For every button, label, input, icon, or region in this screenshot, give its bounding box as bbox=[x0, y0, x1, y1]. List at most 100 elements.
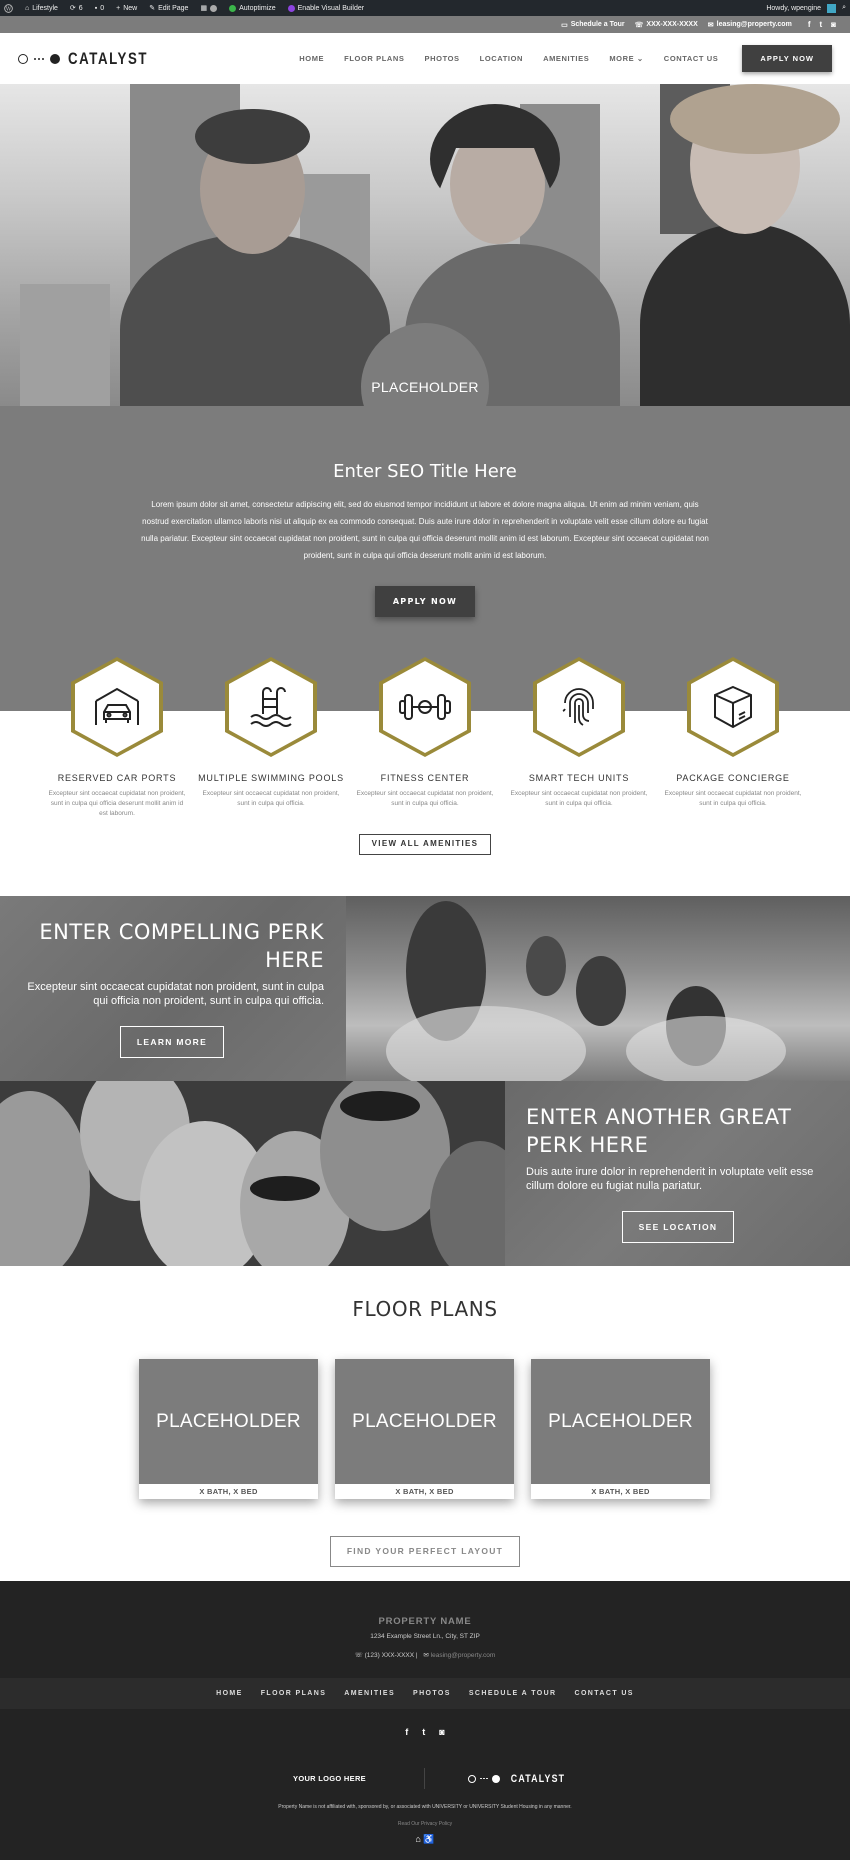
see-location-button[interactable]: SEE LOCATION bbox=[621, 1211, 735, 1243]
autoptimize-status-icon bbox=[229, 4, 237, 12]
amenity-title: SMART TECH UNITS bbox=[528, 773, 630, 783]
calendar-icon: ▭ bbox=[561, 21, 568, 29]
floor-plan-card[interactable]: PLACEHOLDER X BATH, X BED bbox=[335, 1359, 514, 1499]
divi-icon bbox=[287, 4, 295, 12]
twitter-icon[interactable]: t bbox=[422, 1727, 425, 1737]
find-layout-button[interactable]: FIND YOUR PERFECT LAYOUT bbox=[330, 1536, 520, 1567]
avatar[interactable] bbox=[827, 3, 837, 13]
seo-title: Enter SEO Title Here bbox=[333, 461, 517, 482]
instagram-icon[interactable]: ◙ bbox=[831, 20, 836, 29]
admin-greeting[interactable]: Howdy, wpengine bbox=[766, 5, 821, 12]
nav-contact-us[interactable]: CONTACT US bbox=[664, 54, 719, 63]
phone-icon: ☏ bbox=[634, 21, 644, 29]
updates-icon: ⟳ bbox=[69, 5, 76, 12]
logo-dot-icon bbox=[50, 53, 60, 64]
fingerprint-icon bbox=[562, 688, 594, 726]
phone-icon: ☏ bbox=[354, 1652, 363, 1659]
site-footer: PROPERTY NAME 1234 Example Street Ln., C… bbox=[0, 1581, 850, 1860]
footer-nav-floor-plans[interactable]: FLOOR PLANS bbox=[261, 1690, 327, 1697]
facebook-icon[interactable]: f bbox=[808, 20, 811, 29]
footer-contact: ☏ (123) XXX-XXXX | ✉ leasing@property.co… bbox=[0, 1651, 850, 1659]
pool-ladder-icon bbox=[250, 687, 292, 727]
amenity-title: MULTIPLE SWIMMING POOLS bbox=[198, 773, 344, 783]
floor-plan-image: PLACEHOLDER bbox=[335, 1359, 514, 1484]
floor-plan-caption: X BATH, X BED bbox=[199, 1487, 258, 1496]
admin-site-name[interactable]: ⌂ Lifestyle bbox=[25, 5, 58, 12]
schedule-tour-link[interactable]: ▭ Schedule a Tour bbox=[561, 21, 625, 29]
twitter-icon[interactable]: t bbox=[819, 20, 822, 29]
amenity-text: Excepteur sint occaecat cupidatat non pr… bbox=[510, 790, 648, 807]
amenity-fitness-center: FITNESS CENTER Excepteur sint occaecat c… bbox=[350, 657, 500, 809]
footer-nav-contact-us[interactable]: CONTACT US bbox=[575, 1690, 634, 1697]
your-logo-placeholder: YOUR LOGO HERE bbox=[235, 1768, 425, 1789]
privacy-policy-link[interactable]: Read Our Privacy Policy bbox=[0, 1821, 850, 1827]
footer-nav-home[interactable]: HOME bbox=[216, 1690, 243, 1697]
equal-housing-icon: ⌂ bbox=[415, 1834, 421, 1844]
wheelchair-icon: ♿ bbox=[423, 1834, 435, 1844]
admin-updates[interactable]: ⟳ 6 bbox=[69, 4, 83, 13]
floor-plan-card[interactable]: PLACEHOLDER X BATH, X BED bbox=[531, 1359, 710, 1499]
package-box-icon bbox=[714, 685, 752, 729]
floor-plan-caption: X BATH, X BED bbox=[395, 1487, 454, 1496]
pool-party-photo bbox=[346, 896, 850, 1081]
view-all-amenities-button[interactable]: VIEW ALL AMENITIES bbox=[359, 834, 491, 855]
seo-body: Lorem ipsum dolor sit amet, consectetur … bbox=[141, 500, 709, 560]
learn-more-button[interactable]: LEARN MORE bbox=[119, 1026, 225, 1058]
amenity-text: Excepteur sint occaecat cupidatat non pr… bbox=[202, 790, 340, 807]
perk-one-text: Excepteur sint occaecat cupidatat non pr… bbox=[27, 981, 324, 1007]
floor-plan-caption: X BATH, X BED bbox=[591, 1487, 650, 1496]
admin-edit-page[interactable]: ✎ Edit Page bbox=[149, 4, 188, 13]
logo-dot-icon bbox=[492, 1774, 501, 1783]
nav-amenities[interactable]: AMENITIES bbox=[543, 54, 589, 63]
footer-catalyst-logo[interactable]: CATALYST bbox=[425, 1770, 615, 1788]
amenity-smart-tech: SMART TECH UNITS Excepteur sint occaecat… bbox=[504, 657, 654, 809]
perk-two-text: Duis aute irure dolor in reprehenderit i… bbox=[526, 1166, 814, 1192]
nav-more-dropdown[interactable]: MORE bbox=[609, 54, 643, 63]
floor-plan-card[interactable]: PLACEHOLDER X BATH, X BED bbox=[139, 1359, 318, 1499]
amenity-title: FITNESS CENTER bbox=[380, 773, 470, 783]
wp-admin-bar: W ⌂ Lifestyle ⟳ 6 ▪ 0 + New ✎ Edit Page … bbox=[0, 0, 850, 16]
utility-bar: ▭ Schedule a Tour ☏ XXX-XXX-XXXX ✉ leasi… bbox=[0, 16, 850, 33]
accessibility-icons: ⌂ ♿ bbox=[0, 1834, 850, 1845]
admin-comments[interactable]: ▪ 0 bbox=[95, 5, 104, 12]
seo-apply-button[interactable]: APPLY NOW bbox=[374, 586, 476, 617]
svg-text:W: W bbox=[6, 6, 12, 12]
footer-nav: HOME FLOOR PLANS AMENITIES PHOTOS SCHEDU… bbox=[0, 1678, 850, 1709]
footer-phone[interactable]: (123) XXX-XXXX bbox=[365, 1652, 415, 1659]
wordpress-logo-icon[interactable]: W bbox=[4, 3, 13, 13]
amenity-package-concierge: PACKAGE CONCIERGE Excepteur sint occaeca… bbox=[658, 657, 808, 809]
footer-email[interactable]: leasing@property.com bbox=[431, 1652, 496, 1659]
site-logo[interactable]: CATALYST bbox=[18, 49, 171, 69]
facebook-icon[interactable]: f bbox=[405, 1727, 408, 1737]
instagram-icon[interactable]: ◙ bbox=[439, 1727, 444, 1737]
admin-plugin-tools[interactable]: ▦ bbox=[200, 4, 218, 12]
dumbbell-icon bbox=[399, 694, 451, 720]
floor-plan-image: PLACEHOLDER bbox=[531, 1359, 710, 1484]
perk-two-title: ENTER ANOTHER GREAT PERK HERE bbox=[526, 1105, 792, 1157]
admin-visual-builder[interactable]: Enable Visual Builder bbox=[287, 4, 364, 12]
logo-ring-icon bbox=[18, 53, 28, 64]
hero-photo: PLACEHOLDER bbox=[0, 84, 850, 406]
email-link[interactable]: ✉ leasing@property.com bbox=[708, 21, 792, 29]
amenity-title: PACKAGE CONCIERGE bbox=[676, 773, 790, 783]
nav-floor-plans[interactable]: FLOOR PLANS bbox=[344, 54, 404, 63]
site-header: CATALYST HOME FLOOR PLANS PHOTOS LOCATIO… bbox=[0, 33, 850, 84]
footer-disclaimer: Property Name is not affiliated with, sp… bbox=[278, 1804, 572, 1810]
header-apply-button[interactable]: APPLY NOW bbox=[742, 45, 832, 72]
plugin-icon: ▦ bbox=[200, 5, 208, 12]
search-icon[interactable]: ⌕ bbox=[842, 4, 846, 12]
nav-photos[interactable]: PHOTOS bbox=[425, 54, 460, 63]
admin-autoptimize[interactable]: Autoptimize bbox=[229, 4, 276, 12]
footer-nav-schedule-tour[interactable]: SCHEDULE A TOUR bbox=[469, 1690, 557, 1697]
amenity-text: Excepteur sint occaecat cupidatat non pr… bbox=[48, 790, 186, 817]
footer-nav-amenities[interactable]: AMENITIES bbox=[344, 1690, 395, 1697]
nav-location[interactable]: LOCATION bbox=[480, 54, 523, 63]
floor-plans-title: FLOOR PLANS bbox=[352, 1297, 498, 1321]
admin-new[interactable]: + New bbox=[116, 5, 137, 12]
phone-link[interactable]: ☏ XXX-XXX-XXXX bbox=[635, 21, 698, 29]
perk-one-title: ENTER COMPELLING PERK HERE bbox=[39, 920, 324, 972]
car-icon bbox=[95, 687, 139, 725]
nav-home[interactable]: HOME bbox=[299, 54, 324, 63]
footer-nav-photos[interactable]: PHOTOS bbox=[413, 1690, 451, 1697]
logo-text: CATALYST bbox=[68, 48, 149, 68]
